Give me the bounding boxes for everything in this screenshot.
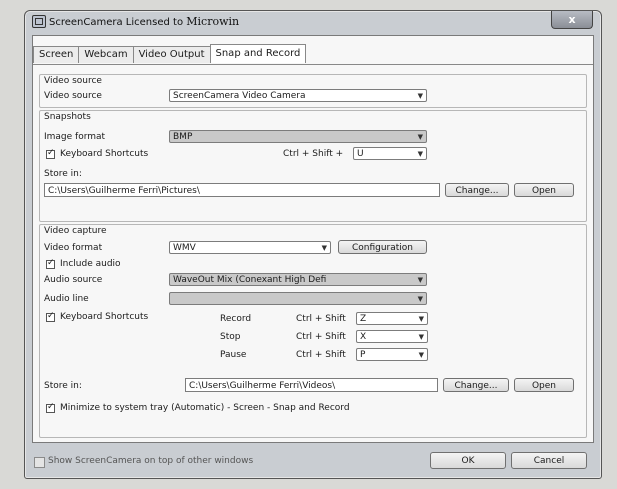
video-source-select[interactable]: ScreenCamera Video Camera ▼ (169, 89, 427, 102)
snapshot-store-path-field[interactable]: C:\Users\Guilherme Ferri\Pictures\ (44, 183, 440, 197)
snapshot-shortcut-key: U (357, 149, 364, 159)
audio-source-select[interactable]: WaveOut Mix (Conexant High Defi ▼ (169, 273, 427, 286)
snapshot-keyboard-shortcuts-checkbox[interactable] (46, 148, 55, 159)
cancel-button[interactable]: Cancel (511, 452, 587, 469)
tab-screen[interactable]: Screen (33, 46, 80, 63)
pause-shortcut-key: P (360, 350, 366, 360)
pause-shortcut-key-select[interactable]: P ▼ (356, 348, 428, 361)
capture-keyboard-shortcuts-checkbox[interactable] (46, 311, 55, 322)
dialog-body: Screen Webcam Video Output Snap and Reco… (32, 35, 594, 443)
video-capture-group: Video capture Video format WMV ▼ Configu… (39, 224, 587, 438)
video-format-select[interactable]: WMV ▼ (169, 241, 331, 254)
pause-shortcut-label: Pause (220, 350, 247, 360)
pause-shortcut-combo: Ctrl + Shift (296, 350, 346, 360)
tab-webcam[interactable]: Webcam (78, 46, 134, 63)
minimize-to-tray-label: Minimize to system tray (Automatic) - Sc… (60, 403, 350, 413)
minimize-to-tray-checkbox[interactable] (46, 402, 55, 413)
screencamera-app-icon (32, 15, 46, 28)
license-owner: Microwin (186, 15, 240, 28)
chevron-down-icon: ▼ (417, 133, 423, 141)
image-format-value: BMP (173, 132, 193, 142)
audio-source-label: Audio source (44, 275, 103, 285)
snapshot-open-button[interactable]: Open (514, 183, 574, 197)
video-open-button[interactable]: Open (514, 378, 574, 392)
include-audio-checkbox[interactable] (46, 258, 55, 269)
record-shortcut-combo: Ctrl + Shift (296, 314, 346, 324)
chevron-down-icon: ▼ (417, 92, 423, 100)
chevron-down-icon: ▼ (417, 150, 423, 158)
stop-shortcut-key-select[interactable]: X ▼ (356, 330, 428, 343)
stop-shortcut-label: Stop (220, 332, 241, 342)
snapshots-group-title: Snapshots (44, 112, 91, 122)
include-audio-label: Include audio (60, 259, 121, 269)
image-format-select[interactable]: BMP ▼ (169, 130, 427, 143)
audio-line-label: Audio line (44, 294, 89, 304)
chevron-down-icon: ▼ (418, 351, 424, 359)
screencamera-window: ScreenCamera Licensed to Microwin x Scre… (24, 10, 602, 479)
image-format-label: Image format (44, 132, 106, 142)
snapshot-keyboard-shortcuts-label: Keyboard Shortcuts (60, 149, 149, 159)
ok-button[interactable]: OK (430, 452, 506, 469)
close-button[interactable]: x (551, 11, 593, 29)
chevron-down-icon: ▼ (417, 295, 423, 303)
close-icon: x (568, 13, 576, 26)
tab-strip: Screen Webcam Video Output Snap and Reco… (33, 44, 307, 64)
video-source-group-title: Video source (44, 76, 102, 86)
video-change-button[interactable]: Change... (443, 378, 509, 392)
dialog-footer: Show ScreenCamera on top of other window… (25, 447, 601, 475)
video-format-label: Video format (44, 243, 103, 253)
snapshots-group: Snapshots Image format BMP ▼ Keyboard Sh… (39, 110, 587, 222)
chevron-down-icon: ▼ (417, 276, 423, 284)
configuration-button[interactable]: Configuration (338, 240, 427, 254)
snapshot-change-button[interactable]: Change... (445, 183, 509, 197)
video-store-path-field[interactable]: C:\Users\Guilherme Ferri\Videos\ (185, 378, 438, 392)
chevron-down-icon: ▼ (321, 244, 327, 252)
record-shortcut-label: Record (220, 314, 252, 324)
snapshot-shortcut-key-select[interactable]: U ▼ (353, 147, 427, 160)
video-source-value: ScreenCamera Video Camera (173, 91, 306, 101)
always-on-top-label: Show ScreenCamera on top of other window… (48, 456, 254, 466)
record-shortcut-key-select[interactable]: Z ▼ (356, 312, 428, 325)
stop-shortcut-key: X (360, 332, 367, 342)
video-format-value: WMV (173, 243, 196, 253)
tab-video-output[interactable]: Video Output (132, 46, 211, 63)
video-store-in-label: Store in: (44, 381, 82, 391)
snapshot-shortcut-combo: Ctrl + Shift + (283, 149, 344, 159)
tab-snap-and-record[interactable]: Snap and Record (209, 44, 307, 63)
window-title: ScreenCamera Licensed to Microwin (49, 15, 239, 28)
chevron-down-icon: ▼ (418, 315, 424, 323)
always-on-top-checkbox[interactable] (34, 457, 45, 468)
video-source-group: Video source Video source ScreenCamera V… (39, 74, 587, 108)
snapshot-store-in-label: Store in: (44, 169, 82, 179)
audio-line-select[interactable]: ▼ (169, 292, 427, 305)
stop-shortcut-combo: Ctrl + Shift (296, 332, 346, 342)
video-store-path: C:\Users\Guilherme Ferri\Videos\ (189, 381, 336, 391)
title-bar[interactable]: ScreenCamera Licensed to Microwin x (25, 11, 601, 31)
record-shortcut-key: Z (360, 314, 367, 324)
window-title-text: ScreenCamera Licensed to (49, 17, 184, 28)
chevron-down-icon: ▼ (418, 333, 424, 341)
snapshot-store-path: C:\Users\Guilherme Ferri\Pictures\ (48, 186, 200, 196)
video-source-label: Video source (44, 91, 102, 101)
audio-source-value: WaveOut Mix (Conexant High Defi (173, 275, 327, 285)
capture-keyboard-shortcuts-label: Keyboard Shortcuts (60, 312, 149, 322)
video-capture-group-title: Video capture (44, 226, 107, 236)
